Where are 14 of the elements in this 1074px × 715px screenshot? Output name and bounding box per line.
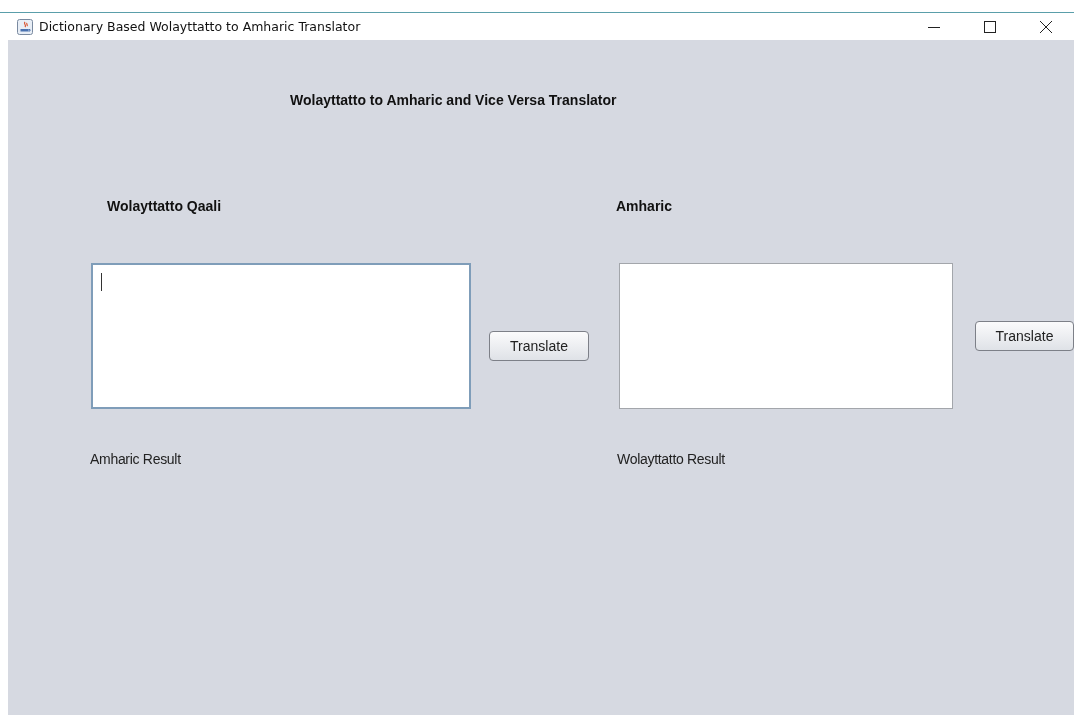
window-title: Dictionary Based Wolayttatto to Amharic Translator — [39, 19, 361, 34]
section-label: Amharic — [616, 197, 674, 216]
translate-button[interactable]: Translate — [489, 331, 589, 361]
app-heading: Wolayttatto to Amharic and Vice Versa Translator — [289, 91, 618, 110]
result-label: Amharic Result — [90, 450, 182, 469]
close-icon[interactable] — [1039, 19, 1053, 34]
app-icon — [17, 18, 33, 35]
result-label: Wolayttatto Result — [617, 450, 726, 469]
text-input-area[interactable] — [91, 263, 471, 409]
text-cursor — [101, 273, 102, 291]
section-label: Wolayttatto Qaali — [106, 197, 223, 216]
translate-button[interactable]: Translate — [975, 321, 1074, 351]
text-input-area[interactable] — [619, 263, 953, 409]
maximize-icon[interactable] — [984, 20, 996, 33]
